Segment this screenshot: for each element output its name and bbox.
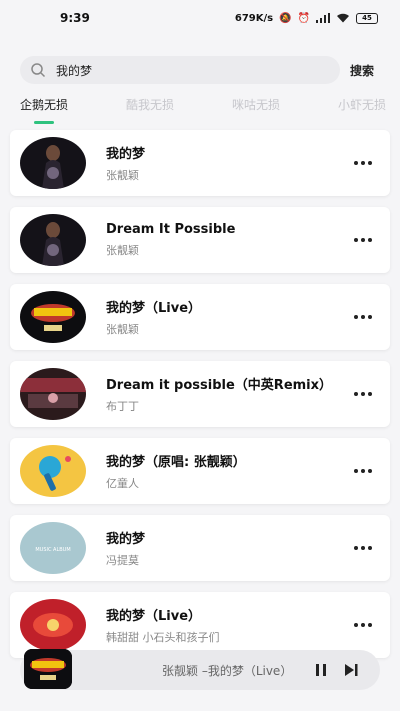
song-artist: 冯提莫: [106, 554, 139, 567]
song-artist: 韩甜甜 小石头和孩子们: [106, 631, 220, 644]
alarm-icon: ⏰: [297, 12, 310, 24]
album-cover: [20, 368, 86, 420]
song-item[interactable]: MUSIC ALBUM 我的梦 冯提莫: [10, 515, 390, 581]
more-options-icon[interactable]: [348, 230, 378, 250]
tab-xiami[interactable]: 小虾无损: [338, 96, 386, 126]
song-title: 我的梦: [106, 532, 146, 547]
song-item[interactable]: Dream It Possible 张靓颖: [10, 207, 390, 273]
source-tabs: 企鹅无损 酷我无损 咪咕无损 小虾无损: [0, 96, 400, 126]
song-item[interactable]: 我的梦（原唱: 张靓颖） 亿童人: [10, 438, 390, 504]
song-title: 我的梦（Live）: [106, 609, 202, 624]
song-title: 我的梦（原唱: 张靓颖）: [106, 455, 246, 470]
song-title: Dream it possible（中英Remix）: [106, 378, 333, 393]
album-cover: [20, 214, 86, 266]
wifi-icon: [337, 13, 349, 23]
song-item[interactable]: 我的梦（Live） 张靓颖: [10, 284, 390, 350]
song-item[interactable]: 我的梦（Live） 韩甜甜 小石头和孩子们: [10, 592, 390, 658]
song-list: 我的梦 张靓颖 Dream It Possible 张靓颖 我的梦（Live） …: [10, 130, 390, 669]
more-options-icon[interactable]: [348, 615, 378, 635]
more-options-icon[interactable]: [348, 153, 378, 173]
status-time: 9:39: [60, 11, 90, 25]
search-box[interactable]: [20, 56, 340, 84]
song-artist: 布丁丁: [106, 400, 139, 413]
status-bar: 9:39 679K/s 🔕 ⏰ 45: [0, 0, 400, 36]
search-input[interactable]: [56, 63, 296, 77]
tab-migu[interactable]: 咪咕无损: [232, 96, 280, 126]
album-cover: [20, 291, 86, 343]
album-cover: MUSIC ALBUM: [20, 522, 86, 574]
tab-qq[interactable]: 企鹅无损: [20, 96, 68, 126]
now-playing-text: 张靓颖 –我的梦（Live）: [162, 663, 293, 678]
album-cover: [20, 445, 86, 497]
pause-icon[interactable]: [310, 659, 332, 681]
song-artist: 张靓颖: [106, 169, 139, 182]
tab-kuwo[interactable]: 酷我无损: [126, 96, 174, 126]
song-artist: 张靓颖: [106, 323, 139, 336]
more-options-icon[interactable]: [348, 384, 378, 404]
song-item[interactable]: 我的梦 张靓颖: [10, 130, 390, 196]
battery-level: 45: [362, 14, 372, 22]
album-cover: [20, 137, 86, 189]
more-options-icon[interactable]: [348, 307, 378, 327]
song-item[interactable]: Dream it possible（中英Remix） 布丁丁: [10, 361, 390, 427]
mini-player[interactable]: 张靓颖 –我的梦（Live）: [20, 649, 380, 690]
search-button[interactable]: 搜索: [350, 62, 374, 79]
song-title: Dream It Possible: [106, 222, 236, 237]
search-icon: [31, 63, 46, 78]
album-cover: [20, 599, 86, 651]
net-speed: 679K/s: [234, 12, 274, 24]
player-album-cover[interactable]: [24, 649, 72, 689]
song-title: 我的梦（Live）: [106, 301, 202, 316]
battery-icon: 45: [356, 12, 378, 24]
more-options-icon[interactable]: [348, 538, 378, 558]
more-options-icon[interactable]: [348, 461, 378, 481]
status-icons: 679K/s 🔕 ⏰ 45: [234, 12, 378, 24]
song-title: 我的梦: [106, 147, 146, 162]
mute-icon: 🔕: [279, 12, 292, 24]
search-bar: 搜索: [20, 54, 386, 86]
album-label: MUSIC ALBUM: [35, 547, 70, 553]
signal-icon: [316, 13, 330, 23]
song-artist: 亿童人: [106, 477, 139, 490]
song-artist: 张靓颖: [106, 244, 139, 257]
next-track-icon[interactable]: [340, 659, 362, 681]
